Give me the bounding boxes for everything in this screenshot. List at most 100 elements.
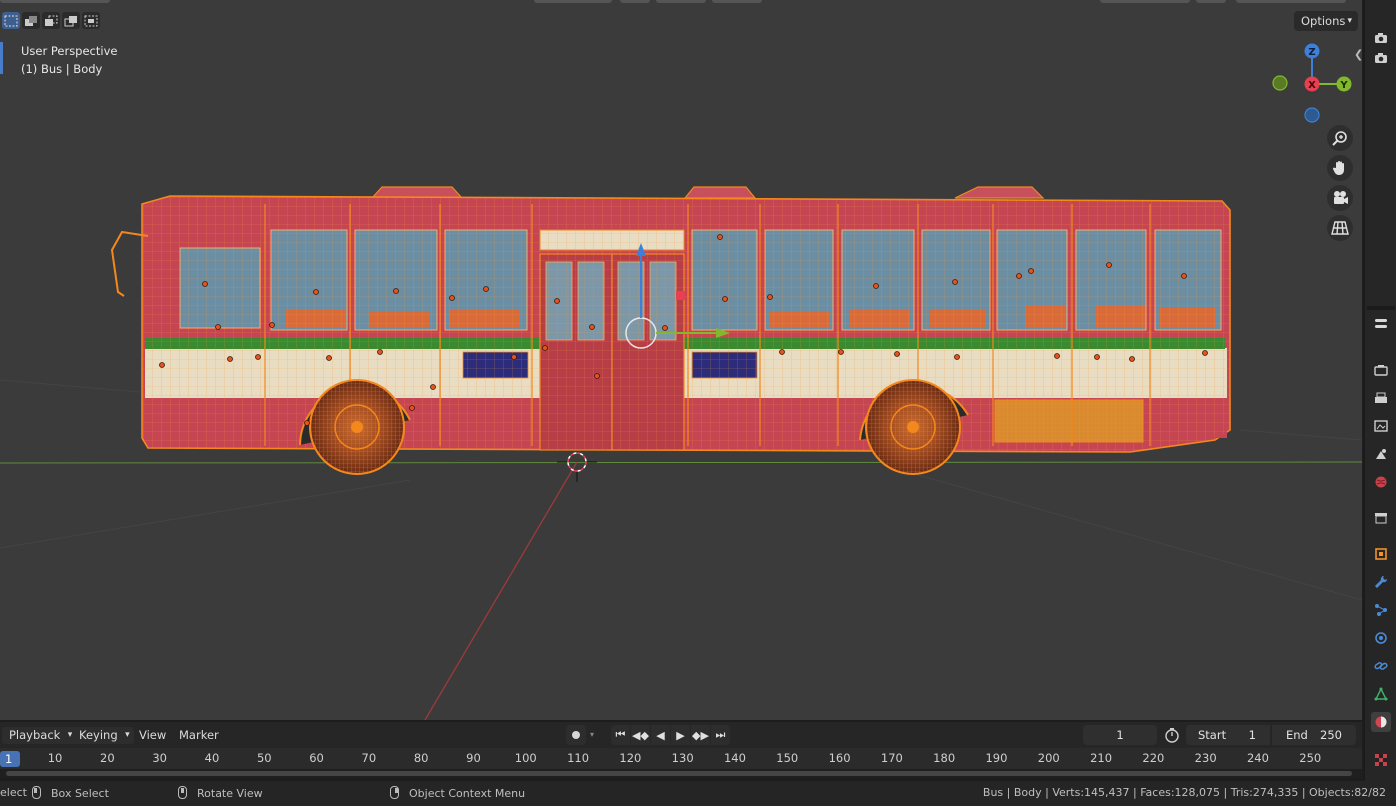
navigation-gizmo[interactable]: Z Y X: [1268, 40, 1358, 130]
play-icon: ▶: [676, 728, 685, 742]
ruler-tick: 110: [567, 751, 590, 765]
render-properties-icon[interactable]: [1371, 360, 1391, 380]
keying-menu[interactable]: Keying ▾: [72, 727, 134, 744]
viewport-scene: [0, 186, 1362, 720]
select-extend-icon: [25, 15, 37, 26]
gizmo-x-label: X: [1308, 80, 1316, 91]
zoom-view-button[interactable]: [1327, 125, 1353, 151]
data-properties-icon[interactable]: [1371, 684, 1391, 704]
select-new-mode-button[interactable]: [2, 12, 20, 29]
output-properties-icon[interactable]: [1371, 388, 1391, 408]
select-extend-mode-button[interactable]: [22, 12, 40, 29]
sidebar-toggle-arrow[interactable]: ❮: [1354, 48, 1362, 61]
box-select-label: Box Select: [51, 787, 109, 800]
viewport-options-dropdown[interactable]: Options ▾: [1294, 11, 1358, 31]
gizmo-z-label: Z: [1308, 47, 1315, 58]
ruler-tick: 130: [671, 751, 694, 765]
collection-properties-icon[interactable]: [1371, 508, 1391, 528]
material-properties-icon[interactable]: [1371, 712, 1391, 732]
end-frame-field[interactable]: End 250: [1272, 725, 1356, 745]
options-label: Options: [1301, 14, 1346, 28]
skip-start-icon: ⏮: [615, 728, 626, 741]
bus-body: [110, 195, 1231, 453]
world-properties-icon[interactable]: [1371, 472, 1391, 492]
gizmo-neg-z-axis[interactable]: [1304, 107, 1320, 123]
ruler-tick: 190: [985, 751, 1008, 765]
toggle-perspective-button[interactable]: [1327, 215, 1353, 241]
jump-to-end-button[interactable]: ⏭: [711, 725, 730, 745]
ruler-tick: 80: [413, 751, 429, 765]
camera-snapshot-icon[interactable]: [1371, 28, 1391, 48]
gizmo-neg-y-axis[interactable]: [1272, 75, 1288, 91]
select-intersect-mode-button[interactable]: [82, 12, 100, 29]
status-rotate-view: Rotate View: [178, 786, 263, 801]
jump-prev-keyframe-button[interactable]: ◀◆: [631, 725, 650, 745]
select-invert-mode-button[interactable]: [62, 12, 80, 29]
status-select-hint: elect: [0, 786, 27, 799]
particle-properties-icon[interactable]: [1371, 600, 1391, 620]
ruler-tick: 210: [1090, 751, 1113, 765]
play-reverse-icon: ◀: [656, 728, 665, 742]
ruler-tick: 20: [100, 751, 115, 765]
chevron-down-icon[interactable]: ▾: [590, 730, 594, 739]
constraint-properties-icon[interactable]: [1371, 656, 1391, 676]
select-invert-icon: [64, 15, 77, 26]
view-menu[interactable]: View: [139, 727, 166, 744]
object-properties-icon[interactable]: [1371, 544, 1391, 564]
current-frame-field[interactable]: 1: [1083, 725, 1157, 745]
gizmo-y-label: Y: [1339, 80, 1348, 91]
chevron-down-icon: ▾: [1347, 16, 1352, 26]
end-value: 250: [1320, 728, 1342, 742]
texture-properties-icon[interactable]: [1371, 750, 1391, 770]
physics-properties-icon[interactable]: [1371, 628, 1391, 648]
view-layer-properties-icon[interactable]: [1371, 416, 1391, 436]
tool-properties-icon[interactable]: [1371, 314, 1391, 334]
select-subtract-mode-button[interactable]: [42, 12, 60, 29]
roof-units: [370, 186, 1045, 199]
ruler-tick: 200: [1037, 751, 1060, 765]
end-label: End: [1286, 728, 1308, 742]
ruler-tick: 120: [619, 751, 642, 765]
ruler-tick: 40: [204, 751, 220, 765]
current-frame-indicator[interactable]: 1: [0, 751, 20, 767]
next-keyframe-icon: ◆▶: [692, 728, 709, 742]
3d-viewport[interactable]: Options ▾ User Perspective (1) Bus | Bod…: [0, 0, 1362, 720]
rotate-view-label: Rotate View: [197, 787, 263, 800]
start-frame-field[interactable]: Start 1: [1186, 725, 1270, 745]
timeline-scrollbar[interactable]: [0, 769, 1362, 778]
3d-cursor: [557, 452, 597, 482]
ruler-tick: 180: [933, 751, 956, 765]
scrollbar-thumb[interactable]: [6, 771, 1352, 776]
scene-properties-icon[interactable]: [1371, 444, 1391, 464]
header-stub: [1236, 0, 1346, 3]
camera-icon: [1334, 191, 1348, 204]
ruler-tick: 170: [880, 751, 903, 765]
modifier-properties-icon[interactable]: [1371, 572, 1391, 592]
mouse-right-icon: [390, 786, 399, 799]
jump-next-keyframe-button[interactable]: ◆▶: [691, 725, 710, 745]
playback-menu[interactable]: Playback ▾: [2, 727, 77, 744]
ruler-tick: 220: [1142, 751, 1165, 765]
skip-end-icon: ⏭: [715, 728, 726, 741]
selection-mode-group: [2, 12, 100, 29]
perspective-label: User Perspective: [21, 44, 118, 58]
camera-view-button[interactable]: [1327, 185, 1353, 211]
jump-to-start-button[interactable]: ⏮: [611, 725, 630, 745]
camera-snapshot-icon[interactable]: [1371, 48, 1391, 68]
auto-keying-record-button[interactable]: [566, 725, 586, 745]
select-subtract-icon: [45, 15, 58, 26]
header-stub: [534, 0, 612, 3]
stopwatch-icon[interactable]: [1164, 727, 1182, 743]
hand-icon: [1332, 161, 1344, 175]
play-reverse-button[interactable]: ◀: [651, 725, 670, 745]
context-menu-label: Object Context Menu: [409, 787, 526, 800]
select-intersect-icon: [84, 15, 98, 26]
play-button[interactable]: ▶: [671, 725, 690, 745]
ruler-tick: 10: [47, 751, 63, 765]
prev-keyframe-icon: ◀◆: [632, 728, 649, 742]
header-stub: [1196, 0, 1226, 3]
timeline-ruler[interactable]: 10 20 30 40 50 60 70 80 90 100 110 120 130 140 150 160 1…: [0, 748, 1362, 769]
pan-view-button[interactable]: [1327, 155, 1353, 181]
marker-menu[interactable]: Marker: [179, 727, 219, 744]
ruler-tick: 90: [466, 751, 481, 765]
